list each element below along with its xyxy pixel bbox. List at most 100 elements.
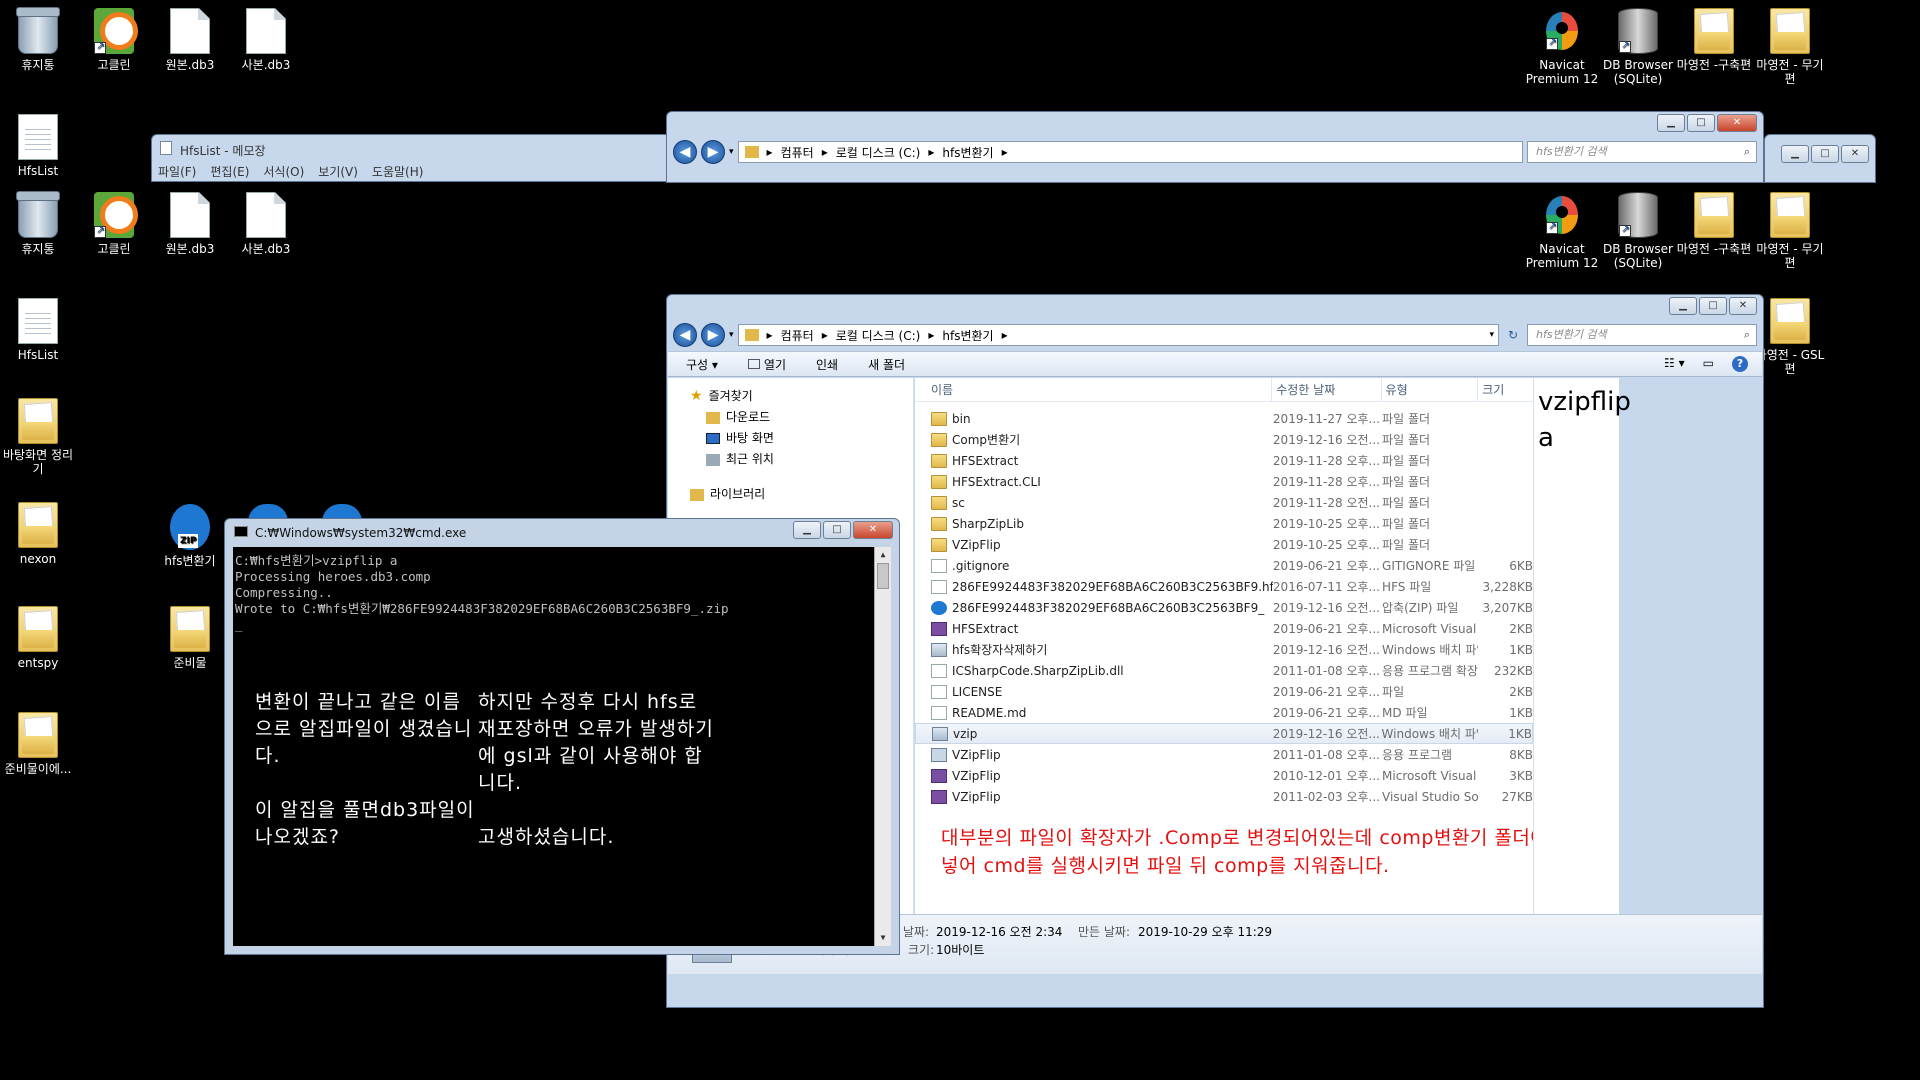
file-row[interactable]: sc 2019-11-28 오전... 파일 폴더 — [915, 492, 1533, 513]
minimize-icon[interactable]: ▁ — [1669, 297, 1697, 315]
background-window-right[interactable]: ▁ □ ✕ — [1764, 134, 1876, 183]
address-bar[interactable]: ▸ 컴퓨터 ▸ 로컬 디스크 (C:) ▸ hfs변환기 ▸ — [737, 141, 1523, 163]
minimize-icon[interactable]: ▁ — [1657, 114, 1685, 132]
desktop-icon-hfslist[interactable]: HfsList — [0, 114, 76, 178]
notepad-menu-help[interactable]: 도움말(H) — [372, 163, 424, 180]
search-icon[interactable]: ⌕ — [1744, 325, 1750, 345]
desktop-icon-recycle-bin[interactable]: 휴지통 — [0, 7, 76, 72]
desktop-icon-folder-build[interactable]: 마영전 -구축편 — [1676, 8, 1752, 72]
file-row[interactable]: bin 2019-11-27 오후... 파일 폴더 — [915, 408, 1533, 429]
cmd-console[interactable]: C:₩hfs변환기>vzipflip a Processing heroes.db… — [233, 547, 891, 946]
maximize-icon[interactable]: □ — [1699, 297, 1727, 315]
file-row[interactable]: 286FE9924483F382029EF68BA6C260B3C2563BF9… — [915, 597, 1533, 618]
maximize-icon[interactable]: □ — [1811, 145, 1839, 163]
desktop-icon-recycle-bin[interactable]: 휴지통 — [0, 191, 76, 256]
open-button[interactable]: 열기 — [747, 356, 786, 373]
file-row[interactable]: vzip 2019-12-16 오전... Windows 배치 파일 1KB — [915, 723, 1533, 744]
close-icon[interactable]: ✕ — [853, 521, 893, 539]
back-icon[interactable]: ◀ — [673, 140, 697, 164]
new-folder-button[interactable]: 새 폴더 — [868, 356, 905, 373]
maximize-icon[interactable]: □ — [1687, 114, 1715, 132]
desktop-icon-gocleaner[interactable]: 고클린 — [76, 8, 152, 72]
refresh-icon[interactable]: ↻ — [1503, 328, 1523, 342]
nav-item-desktop[interactable]: 바탕 화면 — [668, 428, 913, 449]
chevron-down-icon[interactable]: ▾ — [729, 147, 734, 157]
notepad-menu-edit[interactable]: 편집(E) — [210, 163, 249, 180]
print-button[interactable]: 인쇄 — [816, 356, 838, 373]
file-row[interactable]: README.md 2019-06-21 오후... MD 파일 1KB — [915, 702, 1533, 723]
desktop-icon-folder-weapon[interactable]: 마영전 - 무기 편 — [1752, 192, 1828, 270]
notepad-window[interactable]: HfsList - 메모장 파일(F) 편집(E) 서식(O) 보기(V) 도움… — [151, 134, 671, 182]
desktop-icon-prep[interactable]: 준비물 — [152, 606, 228, 670]
search-input[interactable]: hfs변환기 검색 ⌕ — [1527, 141, 1757, 163]
file-row[interactable]: Comp변환기 2019-12-16 오전... 파일 폴더 — [915, 429, 1533, 450]
desktop-icon-nexon[interactable]: nexon — [0, 502, 76, 566]
desktop-icon-db-browser[interactable]: DB Browser (SQLite) — [1600, 8, 1676, 86]
cmd-window[interactable]: C:₩Windows₩system32₩cmd.exe ▁ □ ✕ C:₩hfs… — [224, 518, 900, 955]
column-date[interactable]: 수정한 날짜 — [1272, 377, 1382, 402]
desktop-icon-navicat[interactable]: Navicat Premium 12 — [1524, 8, 1600, 86]
close-icon[interactable]: ✕ — [1717, 114, 1757, 132]
notepad-menu-view[interactable]: 보기(V) — [318, 163, 358, 180]
forward-icon[interactable]: ▶ — [701, 140, 725, 164]
column-type[interactable]: 유형 — [1382, 377, 1479, 402]
view-options-icon[interactable]: ☷ ▾ — [1664, 356, 1685, 372]
nav-item-recent[interactable]: 최근 위치 — [668, 449, 913, 470]
breadcrumb-hfs-converter[interactable]: hfs변환기 — [942, 327, 993, 344]
scroll-up-icon[interactable]: ▲ — [875, 547, 891, 563]
desktop-icon-entspy[interactable]: entspy — [0, 606, 76, 670]
explorer-title-bar[interactable]: ▁ □ ✕ — [667, 295, 1763, 321]
close-icon[interactable]: ✕ — [1841, 145, 1869, 163]
notepad-menu-format[interactable]: 서식(O) — [263, 163, 304, 180]
help-icon[interactable]: ? — [1732, 356, 1748, 372]
scroll-thumb[interactable] — [877, 563, 889, 589]
nav-item-downloads[interactable]: 다운로드 — [668, 407, 913, 428]
column-name[interactable]: 이름 — [915, 377, 1273, 402]
chevron-down-icon[interactable]: ▾ — [1489, 330, 1494, 340]
nav-item-libraries[interactable]: 라이브러리 — [668, 484, 913, 505]
file-row[interactable]: HFSExtract 2019-06-21 오후... Microsoft Visu… — [915, 618, 1533, 639]
file-row[interactable]: VZipFlip 2011-02-03 오후... Visual Studio So… — [915, 786, 1533, 807]
file-row[interactable]: VZipFlip 2011-01-08 오후... 응용 프로그램 8KB — [915, 744, 1533, 765]
minimize-icon[interactable]: ▁ — [793, 521, 821, 539]
desktop-icon-original-db3[interactable]: 원본.db3 — [152, 192, 228, 256]
desktop-icon-folder-build[interactable]: 마영전 -구축편 — [1676, 192, 1752, 256]
desktop-icon-copy-db3[interactable]: 사본.db3 — [228, 192, 304, 256]
desktop-icon-desktop-organizer[interactable]: 바탕화면 정리기 — [0, 398, 76, 476]
explorer-top-title-bar[interactable]: ▁ □ ✕ — [667, 112, 1763, 138]
breadcrumb-hfs-converter[interactable]: hfs변환기 — [942, 144, 993, 161]
address-bar[interactable]: ▸ 컴퓨터 ▸ 로컬 디스크 (C:) ▸ hfs변환기 ▸ ▾ — [737, 324, 1499, 346]
preview-pane-icon[interactable]: ▭ — [1703, 356, 1714, 372]
desktop-icon-navicat[interactable]: Navicat Premium 12 — [1524, 192, 1600, 270]
desktop-icon-gocleaner[interactable]: 고클린 — [76, 192, 152, 256]
search-input[interactable]: hfs변환기 검색 ⌕ — [1527, 324, 1757, 346]
file-row[interactable]: hfs확장자삭제하기 2019-12-16 오전... Windows 배치 파일 1… — [915, 639, 1533, 660]
search-icon[interactable]: ⌕ — [1744, 142, 1750, 162]
back-icon[interactable]: ◀ — [673, 323, 697, 347]
desktop-icon-hfslist[interactable]: HfsList — [0, 298, 76, 362]
breadcrumb-local-disk[interactable]: 로컬 디스크 (C:) — [836, 327, 921, 344]
close-icon[interactable]: ✕ — [1729, 297, 1757, 315]
desktop-icon-folder-weapon[interactable]: 마영전 - 무기 편 — [1752, 8, 1828, 86]
organize-button[interactable]: 구성 ▾ — [686, 356, 718, 373]
file-row[interactable]: .gitignore 2019-06-21 오후... GITIGNORE 파일 6K… — [915, 555, 1533, 576]
file-row[interactable]: VZipFlip 2010-12-01 오후... Microsoft Visual… — [915, 765, 1533, 786]
desktop-icon-original-db3[interactable]: 원본.db3 — [152, 8, 228, 72]
notepad-title-bar[interactable]: HfsList - 메모장 — [152, 135, 670, 161]
file-row[interactable]: ICSharpCode.SharpZipLib.dll 2011-01-08 오후… — [915, 660, 1533, 681]
breadcrumb-computer[interactable]: 컴퓨터 — [781, 144, 814, 161]
desktop-icon-prep-folder-long[interactable]: 준비물이에... — [0, 712, 76, 776]
desktop-icon-copy-db3[interactable]: 사본.db3 — [228, 8, 304, 72]
forward-icon[interactable]: ▶ — [701, 323, 725, 347]
scroll-down-icon[interactable]: ▼ — [875, 930, 891, 946]
breadcrumb-computer[interactable]: 컴퓨터 — [781, 327, 814, 344]
desktop-icon-db-browser[interactable]: DB Browser (SQLite) — [1600, 192, 1676, 270]
file-row[interactable]: SharpZipLib 2019-10-25 오후... 파일 폴더 — [915, 513, 1533, 534]
file-row[interactable]: LICENSE 2019-06-21 오후... 파일 2KB — [915, 681, 1533, 702]
file-row[interactable]: HFSExtract 2019-11-28 오후... 파일 폴더 — [915, 450, 1533, 471]
notepad-menu-file[interactable]: 파일(F) — [158, 163, 196, 180]
file-row[interactable]: 286FE9924483F382029EF68BA6C260B3C2563BF9… — [915, 576, 1533, 597]
chevron-down-icon[interactable]: ▾ — [729, 330, 734, 340]
minimize-icon[interactable]: ▁ — [1781, 145, 1809, 163]
cmd-scrollbar[interactable]: ▲ ▼ — [874, 547, 891, 946]
